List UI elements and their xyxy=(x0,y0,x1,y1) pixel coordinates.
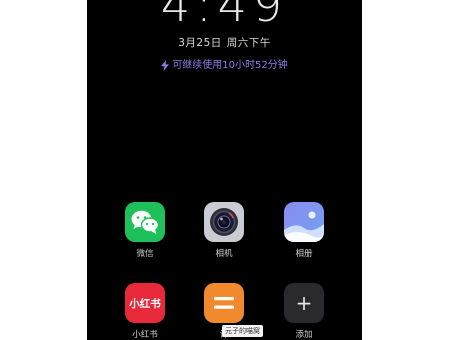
calculator-icon xyxy=(204,283,244,323)
plus-icon: + xyxy=(284,283,324,323)
lightning-icon xyxy=(161,59,170,71)
app-label: 微信 xyxy=(136,249,154,259)
battery-remaining: 可继续使用10小时52分钟 xyxy=(87,56,362,71)
app-label: 相机 xyxy=(215,249,233,259)
battery-text: 可继续使用10小时52分钟 xyxy=(172,60,288,71)
camera-icon xyxy=(204,202,244,242)
app-xiaohongshu[interactable]: 小红书 小红书 xyxy=(123,283,167,340)
app-label: 相册 xyxy=(295,249,313,259)
app-camera[interactable]: 相机 xyxy=(202,202,246,259)
weekday-text: 周六下午 xyxy=(226,37,271,49)
date-text: 3月25日 xyxy=(178,37,222,49)
app-label: 添加 xyxy=(295,330,313,340)
xiaohongshu-icon: 小红书 xyxy=(125,283,165,323)
app-wechat[interactable]: 微信 xyxy=(123,202,167,259)
date-line: 3月25日 周六下午 xyxy=(87,35,362,50)
wechat-icon xyxy=(125,202,165,242)
app-label: 小红书 xyxy=(132,330,158,340)
gallery-icon xyxy=(284,202,324,242)
app-gallery[interactable]: 相册 xyxy=(282,202,326,259)
phone-screen: 4:49 3月25日 周六下午 可继续使用10小时52分钟 微信 相机 相册 小… xyxy=(87,0,362,340)
watermark: 元子的喵窝 xyxy=(222,325,263,337)
lock-clock: 4:49 xyxy=(160,0,289,32)
app-add[interactable]: + 添加 xyxy=(282,283,326,340)
